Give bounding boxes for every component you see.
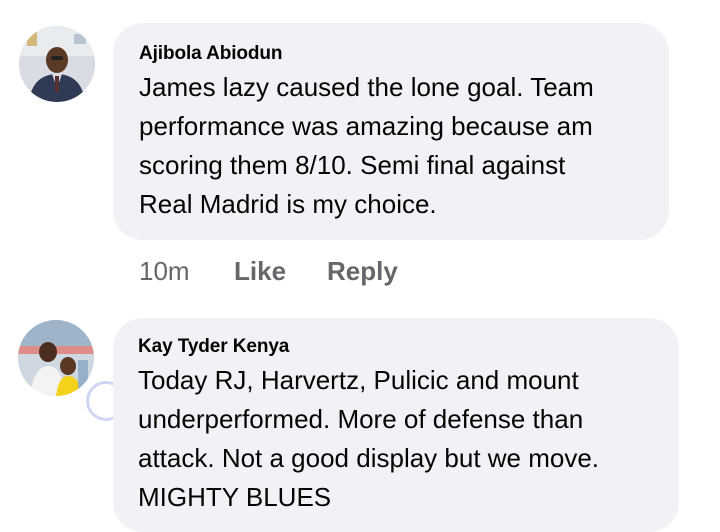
- avatar[interactable]: [19, 26, 95, 102]
- comment-timestamp: 10m: [139, 256, 190, 286]
- comment-text-line: underperformed. More of defense than: [138, 404, 584, 434]
- comment-text-line: James lazy caused the lone goal. Team: [139, 72, 594, 102]
- like-button[interactable]: Like: [234, 256, 286, 287]
- comment-bubble: Ajibola Abiodun James lazy caused the lo…: [113, 23, 669, 240]
- comment-text-line: attack. Not a good display but we move.: [138, 443, 600, 473]
- comment-actions: 10m Like Reply: [139, 256, 539, 290]
- profile-photo: [19, 26, 95, 102]
- comment-text-line: scoring them 8/10. Semi final against: [139, 150, 566, 180]
- avatar[interactable]: [18, 320, 94, 396]
- comment-author[interactable]: Kay Tyder Kenya: [138, 336, 289, 358]
- comment-text-line: performance was amazing because am: [139, 111, 593, 141]
- comment-bubble: Kay Tyder Kenya Today RJ, Harvertz, Puli…: [113, 318, 679, 532]
- comment-text-line: MIGHTY BLUES: [138, 482, 332, 512]
- reply-button[interactable]: Reply: [327, 256, 398, 287]
- comment-text-line: Real Madrid is my choice.: [139, 189, 437, 219]
- comment-author[interactable]: Ajibola Abiodun: [139, 43, 283, 65]
- comment-text-line: Today RJ, Harvertz, Pulicic and mount: [138, 365, 579, 395]
- profile-photo: [18, 320, 94, 396]
